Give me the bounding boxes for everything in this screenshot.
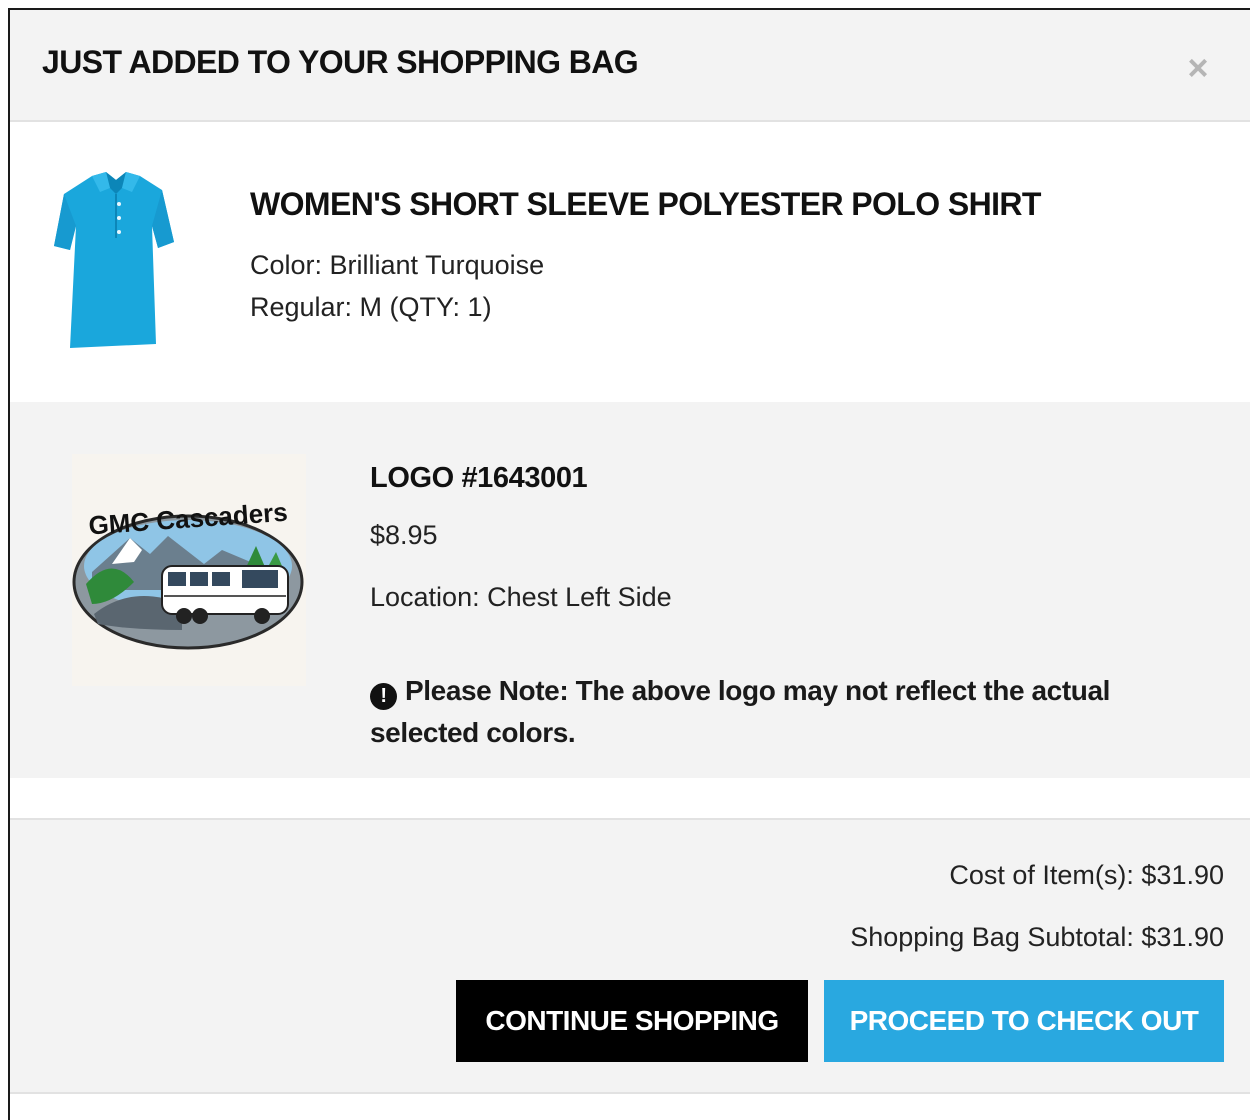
logo-title: LOGO #1643001 — [370, 462, 588, 494]
exclamation-circle-icon: ! — [370, 683, 397, 710]
bag-subtotal: Shopping Bag Subtotal: $31.90 — [850, 922, 1224, 952]
added-to-bag-modal: JUST ADDED TO YOUR SHOPPING BAG × WOMEN'… — [8, 8, 1250, 1120]
logo-image: GMC Cascaders — [72, 454, 306, 686]
logo-price: $8.95 — [370, 520, 438, 550]
product-name: WOMEN'S SHORT SLEEVE POLYESTER POLO SHIR… — [250, 186, 1041, 222]
proceed-to-checkout-button[interactable]: PROCEED TO CHECK OUT — [824, 980, 1224, 1062]
continue-shopping-button[interactable]: CONTINUE SHOPPING — [456, 980, 808, 1062]
product-section: WOMEN'S SHORT SLEEVE POLYESTER POLO SHIR… — [10, 124, 1250, 404]
modal-title: JUST ADDED TO YOUR SHOPPING BAG — [42, 44, 639, 80]
logo-location: Location: Chest Left Side — [370, 582, 672, 612]
product-size-qty: Regular: M (QTY: 1) — [250, 292, 492, 322]
modal-header: JUST ADDED TO YOUR SHOPPING BAG × — [10, 10, 1250, 122]
logo-note: ! Please Note: The above logo may not ref… — [370, 670, 1130, 754]
logo-section: GMC Cascaders LOGO #1643001 $8.95 Locati… — [10, 402, 1250, 778]
bag-summary: Cost of Item(s): $31.90 Shopping Bag Sub… — [10, 818, 1250, 1094]
product-color: Color: Brilliant Turquoise — [250, 250, 545, 280]
polo-shirt-image — [50, 168, 182, 358]
cost-of-items: Cost of Item(s): $31.90 — [949, 860, 1224, 890]
logo-note-text: Please Note: The above logo may not refl… — [370, 675, 1111, 748]
close-icon[interactable]: × — [1178, 48, 1218, 88]
